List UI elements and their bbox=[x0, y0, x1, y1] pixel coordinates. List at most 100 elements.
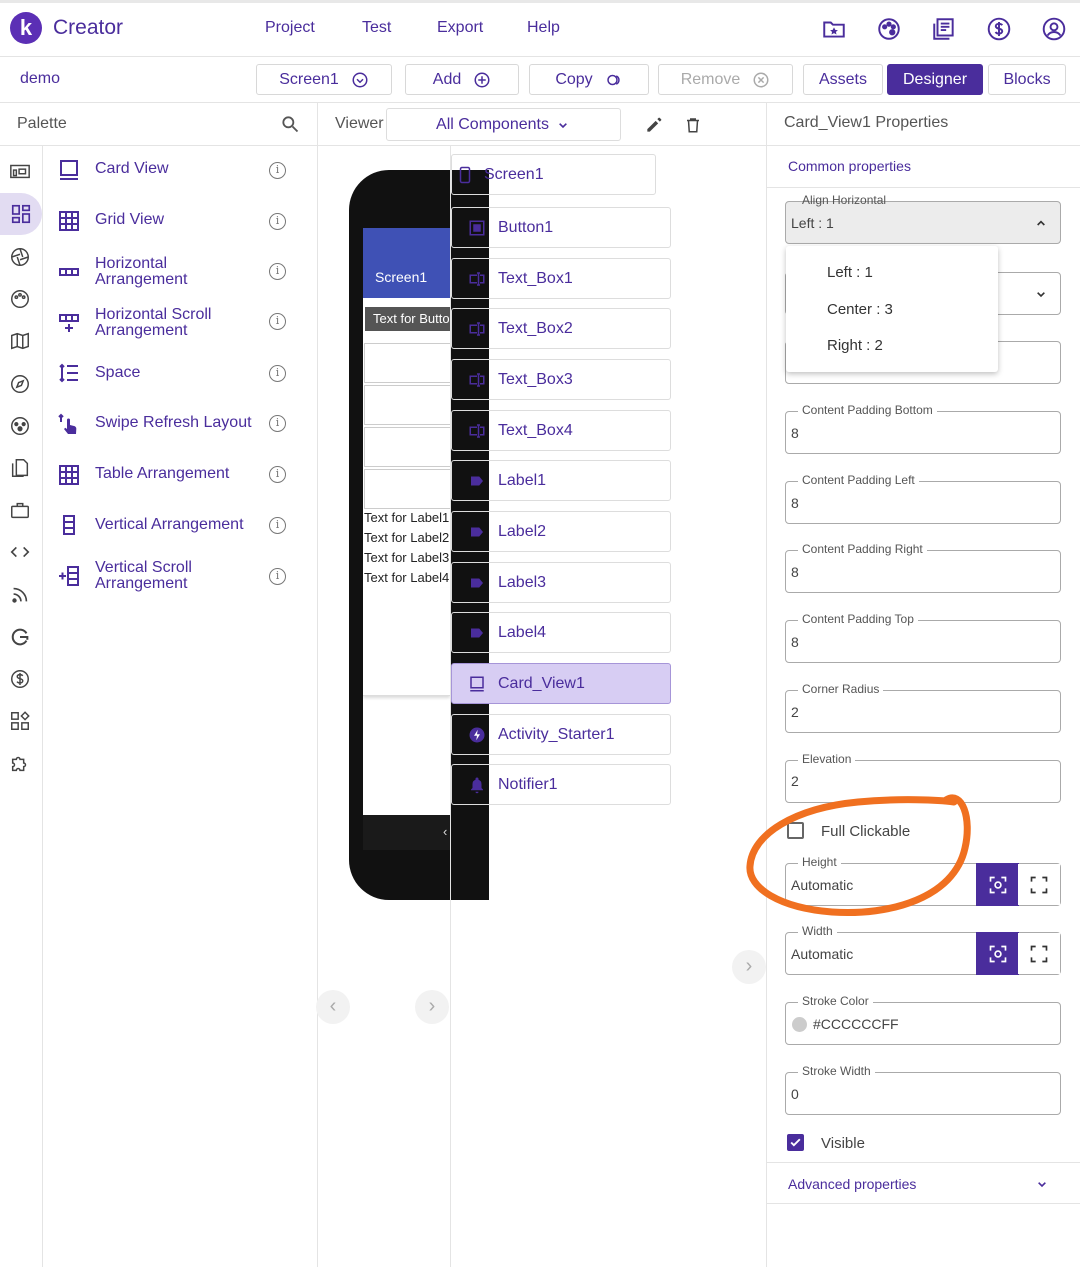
storage-category-icon[interactable] bbox=[9, 457, 33, 481]
extension-category-icon[interactable] bbox=[9, 752, 33, 776]
tree-node-text-box3[interactable]: Text_Box3 bbox=[451, 359, 671, 400]
width-fill-parent-button[interactable] bbox=[1018, 933, 1060, 974]
phone-label2[interactable]: Text for Label2 bbox=[364, 530, 450, 545]
stroke-color-swatch[interactable] bbox=[792, 1017, 807, 1032]
palette-item-vertical-scroll-arrangement[interactable]: Vertical Scroll Arrangement bbox=[95, 560, 260, 592]
rss-category-icon[interactable] bbox=[9, 584, 33, 608]
content-padding-bottom-input[interactable] bbox=[785, 411, 1061, 454]
palette-item-table-arrangement[interactable]: Table Arrangement bbox=[95, 466, 260, 482]
content-padding-left-input[interactable] bbox=[785, 481, 1061, 524]
layout-category-icon[interactable] bbox=[0, 193, 42, 235]
search-icon[interactable] bbox=[280, 114, 300, 134]
stroke-width-input[interactable] bbox=[785, 1072, 1061, 1115]
corner-radius-input[interactable] bbox=[785, 690, 1061, 733]
chevron-up-icon[interactable] bbox=[1033, 215, 1049, 231]
height-automatic-button[interactable] bbox=[976, 863, 1019, 906]
dollar-icon[interactable] bbox=[986, 16, 1012, 42]
width-automatic-button[interactable] bbox=[976, 932, 1019, 975]
tree-node-button1[interactable]: Button1 bbox=[451, 207, 671, 248]
delete-icon[interactable] bbox=[684, 115, 702, 135]
account-icon[interactable] bbox=[1041, 16, 1067, 42]
edit-icon[interactable] bbox=[644, 115, 664, 135]
phone-textbox1[interactable] bbox=[364, 343, 450, 383]
palette-icon[interactable] bbox=[876, 16, 902, 42]
info-icon[interactable]: i bbox=[269, 365, 286, 382]
add-screen-button[interactable]: Add bbox=[405, 64, 519, 95]
visible-checkbox[interactable] bbox=[787, 1134, 804, 1151]
advanced-properties-header[interactable]: Advanced properties bbox=[788, 1176, 916, 1192]
info-icon[interactable]: i bbox=[269, 213, 286, 230]
phone-label1[interactable]: Text for Label1 bbox=[364, 510, 450, 525]
info-icon[interactable]: i bbox=[269, 517, 286, 534]
phone-textbox3[interactable] bbox=[364, 427, 450, 467]
palette-item-swipe-refresh-layout[interactable]: Swipe Refresh Layout bbox=[95, 415, 260, 431]
content-padding-right-input[interactable] bbox=[785, 550, 1061, 593]
chevron-down-icon[interactable] bbox=[1034, 1176, 1050, 1192]
info-icon[interactable]: i bbox=[269, 568, 286, 585]
menu-export[interactable]: Export bbox=[437, 19, 483, 37]
tree-node-card-view1[interactable]: Card_View1 bbox=[451, 663, 671, 704]
phone-textbox4[interactable] bbox=[364, 469, 450, 509]
folder-star-icon[interactable] bbox=[821, 16, 847, 42]
viewer-next-icon[interactable]: › bbox=[415, 990, 449, 1024]
blocks-button[interactable]: Blocks bbox=[988, 64, 1066, 95]
tree-node-text-box2[interactable]: Text_Box2 bbox=[451, 308, 671, 349]
common-properties-header[interactable]: Common properties bbox=[788, 158, 911, 174]
info-icon[interactable]: i bbox=[269, 466, 286, 483]
chevron-down-icon[interactable] bbox=[1033, 286, 1049, 302]
social-category-icon[interactable] bbox=[9, 415, 33, 439]
sensors-category-icon[interactable] bbox=[9, 373, 33, 397]
palette-item-grid-view[interactable]: Grid View bbox=[95, 212, 260, 228]
code-category-icon[interactable] bbox=[9, 541, 33, 565]
viewer-prev-icon[interactable]: ‹ bbox=[316, 990, 350, 1024]
tree-node-screen1[interactable]: Screen1 bbox=[451, 154, 656, 195]
connectivity-category-icon[interactable] bbox=[9, 499, 33, 523]
monetization-category-icon[interactable] bbox=[9, 668, 33, 692]
tree-node-notifier1[interactable]: Notifier1 bbox=[451, 764, 671, 805]
maps-category-icon[interactable] bbox=[9, 330, 33, 354]
menu-test[interactable]: Test bbox=[362, 19, 391, 37]
palette-item-card-view[interactable]: Card View bbox=[95, 161, 260, 177]
assets-button[interactable]: Assets bbox=[803, 64, 883, 95]
height-fill-parent-button[interactable] bbox=[1018, 864, 1060, 905]
tree-node-label3[interactable]: Label3 bbox=[451, 562, 671, 603]
component-filter-select[interactable]: All Components bbox=[386, 108, 621, 141]
widgets-category-icon[interactable] bbox=[9, 710, 33, 734]
palette-item-horizontal-arrangement[interactable]: Horizontal Arrangement bbox=[95, 256, 260, 288]
tree-node-label4[interactable]: Label4 bbox=[451, 612, 671, 653]
docs-icon[interactable] bbox=[931, 16, 957, 42]
drawing-category-icon[interactable] bbox=[9, 288, 33, 312]
info-icon[interactable]: i bbox=[269, 313, 286, 330]
tree-node-label2[interactable]: Label2 bbox=[451, 511, 671, 552]
align-option-center[interactable]: Center : 3 bbox=[827, 301, 893, 318]
phone-label4[interactable]: Text for Label4 bbox=[364, 570, 450, 585]
copy-screen-button[interactable]: Copy bbox=[529, 64, 649, 95]
info-icon[interactable]: i bbox=[269, 263, 286, 280]
tree-node-label1[interactable]: Label1 bbox=[451, 460, 671, 501]
phone-label3[interactable]: Text for Label3 bbox=[364, 550, 450, 565]
palette-item-space[interactable]: Space bbox=[95, 365, 260, 381]
info-icon[interactable]: i bbox=[269, 415, 286, 432]
phone-textbox2[interactable] bbox=[364, 385, 450, 425]
align-option-right[interactable]: Right : 2 bbox=[827, 337, 883, 354]
screen-selector[interactable]: Screen1 bbox=[256, 64, 392, 95]
phone-card-view[interactable] bbox=[363, 588, 450, 696]
content-padding-top-input[interactable] bbox=[785, 620, 1061, 663]
collapse-tree-icon[interactable]: › bbox=[732, 950, 766, 984]
user-interface-category-icon[interactable] bbox=[9, 160, 33, 184]
palette-item-horizontal-scroll-arrangement[interactable]: Horizontal Scroll Arrangement bbox=[95, 307, 260, 339]
remove-screen-button[interactable]: Remove bbox=[658, 64, 793, 95]
media-category-icon[interactable] bbox=[9, 246, 33, 270]
tree-node-text-box1[interactable]: Text_Box1 bbox=[451, 258, 671, 299]
tree-node-text-box4[interactable]: Text_Box4 bbox=[451, 410, 671, 451]
app-logo[interactable]: k bbox=[10, 12, 42, 44]
menu-help[interactable]: Help bbox=[527, 19, 560, 37]
align-option-left[interactable]: Left : 1 bbox=[827, 264, 873, 281]
info-icon[interactable]: i bbox=[269, 162, 286, 179]
menu-project[interactable]: Project bbox=[265, 19, 315, 37]
phone-button1[interactable]: Text for Button1 bbox=[365, 307, 450, 331]
designer-button[interactable]: Designer bbox=[887, 64, 983, 95]
tree-node-activity-starter1[interactable]: Activity_Starter1 bbox=[451, 714, 671, 755]
palette-item-vertical-arrangement[interactable]: Vertical Arrangement bbox=[95, 517, 260, 533]
google-category-icon[interactable] bbox=[9, 626, 33, 650]
